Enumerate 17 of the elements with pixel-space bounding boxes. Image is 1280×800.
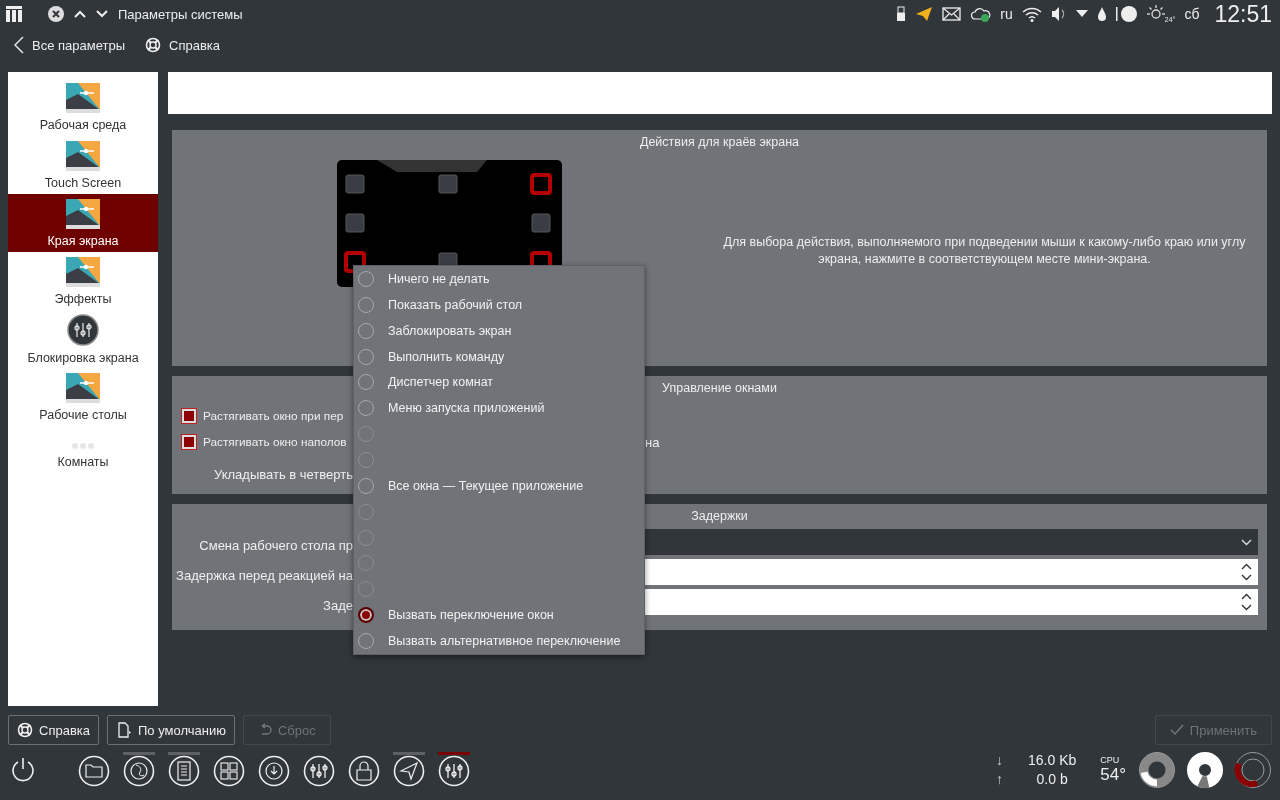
group-title: Действия для краёв экрана bbox=[639, 134, 800, 149]
field-label: Смена рабочего стола пр bbox=[199, 537, 353, 553]
download-speed: 16.0 Kb bbox=[1028, 751, 1077, 770]
field-label: Укладывать в четверть bbox=[214, 466, 353, 482]
upload-arrow: ↑ bbox=[996, 770, 1004, 789]
upload-speed: 0.0 b bbox=[1035, 770, 1069, 789]
cpu-temperature: 54° bbox=[1100, 765, 1126, 785]
field-label: Заде bbox=[323, 597, 353, 613]
field-label: Задержка перед реакцией на bbox=[176, 567, 353, 583]
hint-text: Для выбора действия, выполняемого при подведении мыши к какому-либо краю или углу экрана, нажмите в соответствующем месте мини-экрана. bbox=[722, 234, 1247, 268]
window-title: Параметры системы bbox=[118, 6, 243, 22]
cpu-label: CPU bbox=[1100, 755, 1120, 765]
option-text: на bbox=[645, 434, 660, 450]
download-arrow: ↓ bbox=[996, 751, 1004, 770]
weekday-text: сб bbox=[1184, 6, 1200, 22]
group-title: Задержки bbox=[691, 508, 748, 523]
group-title: Управление окнами bbox=[662, 380, 777, 395]
